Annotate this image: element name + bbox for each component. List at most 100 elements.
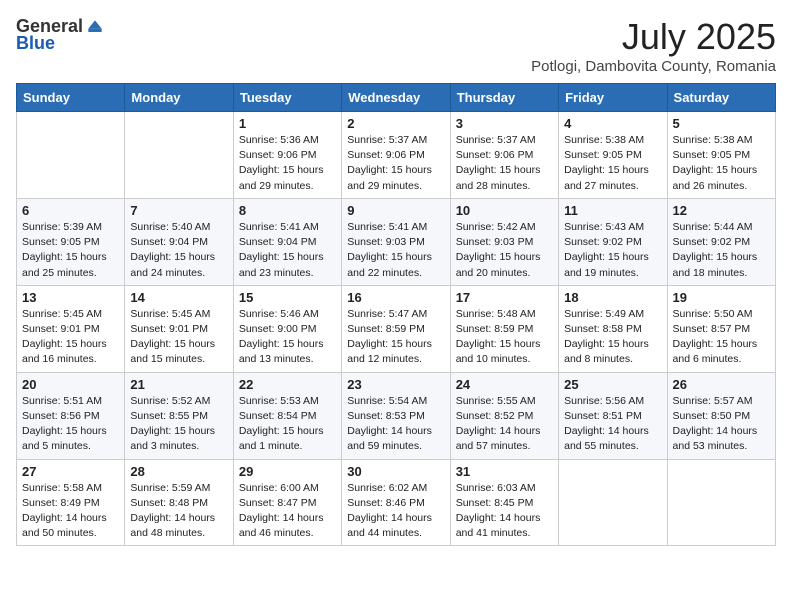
- logo-blue-text: Blue: [16, 33, 55, 54]
- day-info: Sunrise: 5:46 AMSunset: 9:00 PMDaylight:…: [239, 307, 336, 368]
- calendar-cell: 9 Sunrise: 5:41 AMSunset: 9:03 PMDaylight…: [342, 198, 450, 285]
- day-info: Sunrise: 5:48 AMSunset: 8:59 PMDaylight:…: [456, 307, 553, 368]
- month-title: July 2025: [531, 16, 776, 58]
- day-number: 28: [130, 464, 227, 479]
- day-number: 3: [456, 116, 553, 131]
- day-number: 4: [564, 116, 661, 131]
- calendar-cell: 29 Sunrise: 6:00 AMSunset: 8:47 PMDayligh…: [233, 459, 341, 546]
- day-number: 23: [347, 377, 444, 392]
- calendar-header-row: SundayMondayTuesdayWednesdayThursdayFrid…: [17, 84, 776, 112]
- calendar-cell: 8 Sunrise: 5:41 AMSunset: 9:04 PMDaylight…: [233, 198, 341, 285]
- day-info: Sunrise: 5:47 AMSunset: 8:59 PMDaylight:…: [347, 307, 444, 368]
- day-info: Sunrise: 5:57 AMSunset: 8:50 PMDaylight:…: [673, 394, 770, 455]
- calendar-cell: [125, 112, 233, 199]
- weekday-header: Thursday: [450, 84, 558, 112]
- day-number: 17: [456, 290, 553, 305]
- day-info: Sunrise: 6:03 AMSunset: 8:45 PMDaylight:…: [456, 481, 553, 542]
- weekday-header: Monday: [125, 84, 233, 112]
- logo: General Blue: [16, 16, 105, 54]
- weekday-header: Tuesday: [233, 84, 341, 112]
- day-info: Sunrise: 5:59 AMSunset: 8:48 PMDaylight:…: [130, 481, 227, 542]
- day-info: Sunrise: 5:43 AMSunset: 9:02 PMDaylight:…: [564, 220, 661, 281]
- day-info: Sunrise: 5:42 AMSunset: 9:03 PMDaylight:…: [456, 220, 553, 281]
- weekday-header: Saturday: [667, 84, 775, 112]
- weekday-header: Friday: [559, 84, 667, 112]
- calendar-cell: 25Sunrise: 5:56 AMSunset: 8:51 PMDayligh…: [559, 372, 667, 459]
- day-info: Sunrise: 5:49 AMSunset: 8:58 PMDaylight:…: [564, 307, 661, 368]
- calendar-week-row: 27 Sunrise: 5:58 AMSunset: 8:49 PMDayligh…: [17, 459, 776, 546]
- calendar-cell: 30 Sunrise: 6:02 AMSunset: 8:46 PMDayligh…: [342, 459, 450, 546]
- day-number: 6: [22, 203, 119, 218]
- day-info: Sunrise: 5:55 AMSunset: 8:52 PMDaylight:…: [456, 394, 553, 455]
- day-number: 22: [239, 377, 336, 392]
- day-info: Sunrise: 5:36 AMSunset: 9:06 PMDaylight:…: [239, 133, 336, 194]
- day-number: 30: [347, 464, 444, 479]
- day-info: Sunrise: 5:41 AMSunset: 9:03 PMDaylight:…: [347, 220, 444, 281]
- day-number: 14: [130, 290, 227, 305]
- day-number: 25: [564, 377, 661, 392]
- location-title: Potlogi, Dambovita County, Romania: [531, 58, 776, 75]
- calendar-cell: 3 Sunrise: 5:37 AMSunset: 9:06 PMDaylight…: [450, 112, 558, 199]
- calendar-cell: 23 Sunrise: 5:54 AMSunset: 8:53 PMDayligh…: [342, 372, 450, 459]
- day-number: 31: [456, 464, 553, 479]
- day-number: 9: [347, 203, 444, 218]
- day-info: Sunrise: 6:02 AMSunset: 8:46 PMDaylight:…: [347, 481, 444, 542]
- day-number: 16: [347, 290, 444, 305]
- day-number: 10: [456, 203, 553, 218]
- day-info: Sunrise: 5:52 AMSunset: 8:55 PMDaylight:…: [130, 394, 227, 455]
- calendar-cell: 24Sunrise: 5:55 AMSunset: 8:52 PMDayligh…: [450, 372, 558, 459]
- day-info: Sunrise: 5:44 AMSunset: 9:02 PMDaylight:…: [673, 220, 770, 281]
- calendar-week-row: 20 Sunrise: 5:51 AMSunset: 8:56 PMDayligh…: [17, 372, 776, 459]
- day-info: Sunrise: 5:50 AMSunset: 8:57 PMDaylight:…: [673, 307, 770, 368]
- calendar-cell: 7Sunrise: 5:40 AMSunset: 9:04 PMDaylight…: [125, 198, 233, 285]
- calendar-week-row: 1Sunrise: 5:36 AMSunset: 9:06 PMDaylight…: [17, 112, 776, 199]
- day-number: 5: [673, 116, 770, 131]
- calendar-cell: 2Sunrise: 5:37 AMSunset: 9:06 PMDaylight…: [342, 112, 450, 199]
- calendar-cell: 31 Sunrise: 6:03 AMSunset: 8:45 PMDayligh…: [450, 459, 558, 546]
- day-number: 12: [673, 203, 770, 218]
- calendar-cell: [17, 112, 125, 199]
- day-info: Sunrise: 5:37 AMSunset: 9:06 PMDaylight:…: [456, 133, 553, 194]
- calendar-cell: 1Sunrise: 5:36 AMSunset: 9:06 PMDaylight…: [233, 112, 341, 199]
- day-info: Sunrise: 5:58 AMSunset: 8:49 PMDaylight:…: [22, 481, 119, 542]
- day-number: 11: [564, 203, 661, 218]
- day-number: 27: [22, 464, 119, 479]
- day-info: Sunrise: 5:54 AMSunset: 8:53 PMDaylight:…: [347, 394, 444, 455]
- day-number: 7: [130, 203, 227, 218]
- day-info: Sunrise: 6:00 AMSunset: 8:47 PMDaylight:…: [239, 481, 336, 542]
- calendar-cell: 26 Sunrise: 5:57 AMSunset: 8:50 PMDayligh…: [667, 372, 775, 459]
- day-info: Sunrise: 5:45 AMSunset: 9:01 PMDaylight:…: [22, 307, 119, 368]
- day-number: 13: [22, 290, 119, 305]
- logo-icon: [85, 17, 105, 37]
- calendar-cell: [667, 459, 775, 546]
- calendar-cell: 13 Sunrise: 5:45 AMSunset: 9:01 PMDayligh…: [17, 285, 125, 372]
- day-number: 19: [673, 290, 770, 305]
- day-number: 18: [564, 290, 661, 305]
- day-info: Sunrise: 5:51 AMSunset: 8:56 PMDaylight:…: [22, 394, 119, 455]
- calendar-cell: 17 Sunrise: 5:48 AMSunset: 8:59 PMDayligh…: [450, 285, 558, 372]
- day-info: Sunrise: 5:41 AMSunset: 9:04 PMDaylight:…: [239, 220, 336, 281]
- day-info: Sunrise: 5:45 AMSunset: 9:01 PMDaylight:…: [130, 307, 227, 368]
- calendar-cell: 27 Sunrise: 5:58 AMSunset: 8:49 PMDayligh…: [17, 459, 125, 546]
- calendar-cell: 20 Sunrise: 5:51 AMSunset: 8:56 PMDayligh…: [17, 372, 125, 459]
- calendar-cell: 22 Sunrise: 5:53 AMSunset: 8:54 PMDayligh…: [233, 372, 341, 459]
- day-info: Sunrise: 5:37 AMSunset: 9:06 PMDaylight:…: [347, 133, 444, 194]
- calendar-week-row: 13 Sunrise: 5:45 AMSunset: 9:01 PMDayligh…: [17, 285, 776, 372]
- page-header: General Blue July 2025 Potlogi, Dambovit…: [16, 16, 776, 75]
- day-number: 21: [130, 377, 227, 392]
- day-info: Sunrise: 5:38 AMSunset: 9:05 PMDaylight:…: [673, 133, 770, 194]
- calendar-cell: 5 Sunrise: 5:38 AMSunset: 9:05 PMDaylight…: [667, 112, 775, 199]
- calendar-cell: 12 Sunrise: 5:44 AMSunset: 9:02 PMDayligh…: [667, 198, 775, 285]
- calendar-cell: 6Sunrise: 5:39 AMSunset: 9:05 PMDaylight…: [17, 198, 125, 285]
- day-info: Sunrise: 5:53 AMSunset: 8:54 PMDaylight:…: [239, 394, 336, 455]
- calendar-cell: 19 Sunrise: 5:50 AMSunset: 8:57 PMDayligh…: [667, 285, 775, 372]
- day-number: 29: [239, 464, 336, 479]
- day-number: 20: [22, 377, 119, 392]
- calendar-cell: 21 Sunrise: 5:52 AMSunset: 8:55 PMDayligh…: [125, 372, 233, 459]
- calendar-cell: 15Sunrise: 5:46 AMSunset: 9:00 PMDayligh…: [233, 285, 341, 372]
- calendar-cell: 28 Sunrise: 5:59 AMSunset: 8:48 PMDayligh…: [125, 459, 233, 546]
- day-number: 26: [673, 377, 770, 392]
- calendar-week-row: 6Sunrise: 5:39 AMSunset: 9:05 PMDaylight…: [17, 198, 776, 285]
- day-number: 8: [239, 203, 336, 218]
- calendar-cell: [559, 459, 667, 546]
